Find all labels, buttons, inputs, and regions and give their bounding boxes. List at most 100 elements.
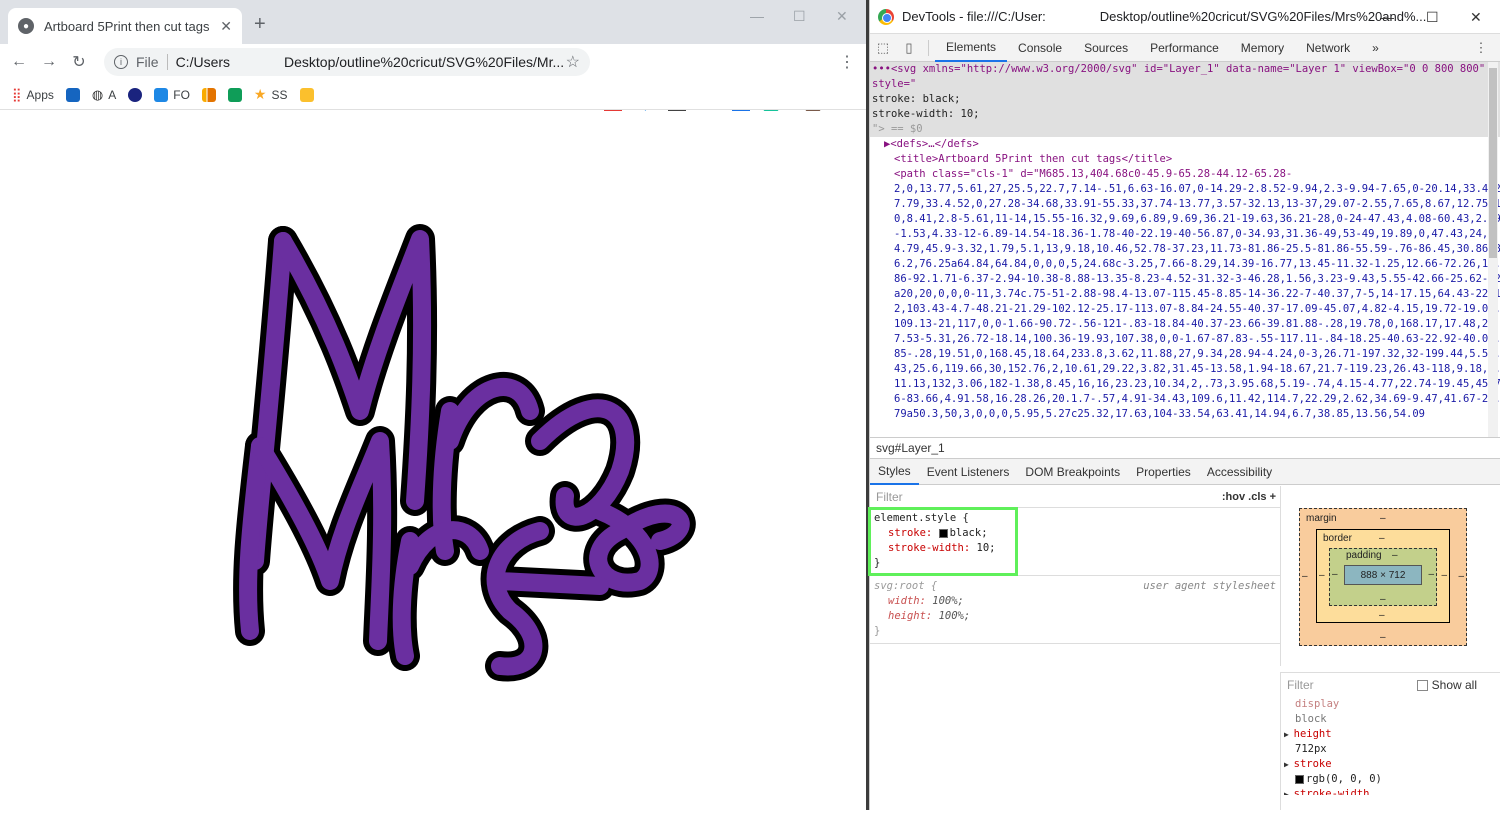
minimize-icon[interactable]: — bbox=[750, 8, 764, 24]
device-toggle-icon[interactable]: ▯ bbox=[896, 40, 922, 56]
new-tab-icon[interactable]: + bbox=[254, 14, 266, 34]
browser-tab[interactable]: ● Artboard 5Print then cut tags ✕ bbox=[8, 8, 242, 44]
highlight-box bbox=[868, 507, 1018, 576]
svg-style-line: stroke: black; bbox=[872, 93, 961, 105]
border-left: – bbox=[1319, 570, 1325, 581]
apps-grid-icon: ⣿ bbox=[12, 86, 22, 102]
close-window-icon[interactable]: ✕ bbox=[836, 8, 848, 25]
box-padding[interactable]: padding – – – – 888 × 712 bbox=[1329, 548, 1437, 606]
menu-icon[interactable]: ⋮ bbox=[832, 52, 862, 72]
padding-right: – bbox=[1428, 569, 1434, 580]
tab-dom-breakpoints[interactable]: DOM Breakpoints bbox=[1017, 459, 1128, 485]
bookmarks-bar: ⣿ Apps ◍ A FO ★ SS bbox=[0, 80, 866, 110]
minimize-icon[interactable]: — bbox=[1380, 9, 1394, 25]
computed-value: rgb(0, 0, 0) bbox=[1281, 772, 1500, 787]
box-margin[interactable]: margin – – – – border – – – – padding – … bbox=[1299, 508, 1467, 646]
padding-label: padding bbox=[1346, 550, 1382, 561]
computed-prop[interactable]: ▶ stroke-width bbox=[1281, 787, 1500, 795]
border-label: border bbox=[1323, 533, 1352, 544]
tab-sources[interactable]: Sources bbox=[1073, 34, 1139, 62]
separator bbox=[928, 39, 929, 56]
filter-tools[interactable]: :hov .cls + bbox=[1222, 491, 1276, 503]
filter-input[interactable]: Filter bbox=[876, 490, 903, 504]
computed-prop[interactable]: ▶ stroke bbox=[1281, 757, 1500, 772]
checkbox[interactable] bbox=[1416, 679, 1428, 691]
mr-mrs-artwork bbox=[233, 224, 696, 682]
svg-close-quote: "> == $0 bbox=[872, 123, 923, 135]
defs-node[interactable]: ▶<defs>…</defs> bbox=[870, 137, 1500, 152]
bookmark-chat[interactable] bbox=[227, 87, 242, 102]
color-swatch bbox=[1295, 774, 1304, 784]
border-top: – bbox=[1379, 533, 1385, 544]
bookmark-folder[interactable] bbox=[299, 87, 314, 102]
address-bar[interactable]: i File C:/Users Desktop/outline%20cricut… bbox=[104, 48, 590, 76]
star-icon[interactable]: ☆ bbox=[566, 52, 580, 72]
file-label: File bbox=[136, 54, 159, 70]
devtools-window: DevTools - file:///C:/User: Desktop/outl… bbox=[868, 0, 1500, 810]
computed-prop[interactable]: display bbox=[1281, 697, 1500, 712]
reload-icon[interactable]: ↻ bbox=[64, 52, 94, 72]
bookmark-fo[interactable]: FO bbox=[154, 87, 190, 102]
computed-prop[interactable]: ▶ height bbox=[1281, 727, 1500, 742]
info-icon[interactable]: i bbox=[114, 55, 128, 69]
browser-window: ● Artboard 5Print then cut tags ✕ + — ☐ … bbox=[0, 0, 866, 810]
bookmark-label: A bbox=[108, 87, 117, 102]
bookmark-label: FO bbox=[173, 87, 190, 102]
margin-top: – bbox=[1380, 513, 1386, 524]
tab-network[interactable]: Network bbox=[1295, 34, 1361, 62]
breadcrumb[interactable]: svg#Layer_1 bbox=[870, 437, 1500, 459]
styles-subtabs: Styles Event Listeners DOM Breakpoints P… bbox=[870, 459, 1500, 485]
grid-icon bbox=[65, 87, 80, 102]
tab-accessibility[interactable]: Accessibility bbox=[1199, 459, 1280, 485]
rule-close: } bbox=[874, 625, 881, 637]
tab-properties[interactable]: Properties bbox=[1128, 459, 1199, 485]
close-window-icon[interactable]: ✕ bbox=[1470, 9, 1482, 26]
scrollbar-thumb[interactable] bbox=[1489, 68, 1497, 258]
box-content[interactable]: 888 × 712 bbox=[1344, 565, 1422, 585]
padding-top: – bbox=[1392, 550, 1398, 561]
computed-value: block bbox=[1295, 713, 1327, 725]
computed-filter[interactable]: Filter Show all bbox=[1281, 673, 1500, 697]
svg-root-rule: svg:root { user agent stylesheet width: … bbox=[870, 576, 1280, 644]
star-icon: ★ bbox=[253, 86, 267, 102]
svg-style-line: stroke-width: 10; bbox=[872, 108, 980, 120]
prop-name: width: bbox=[888, 595, 926, 607]
styles-filter[interactable]: Filter :hov .cls + bbox=[870, 486, 1280, 508]
padding-bottom: – bbox=[1380, 594, 1386, 605]
maximize-icon[interactable]: ☐ bbox=[793, 8, 806, 25]
forward-icon[interactable]: → bbox=[34, 53, 64, 71]
filter-input[interactable]: Filter bbox=[1287, 678, 1314, 693]
selected-svg-node[interactable]: •••<svg xmlns="http://www.w3.org/2000/sv… bbox=[870, 62, 1500, 137]
bookmark-label: SS bbox=[271, 87, 288, 102]
tab-performance[interactable]: Performance bbox=[1139, 34, 1230, 62]
more-tabs-icon[interactable]: » bbox=[1361, 34, 1390, 62]
elements-scrollbar[interactable] bbox=[1488, 62, 1498, 437]
margin-right: – bbox=[1458, 571, 1464, 582]
bookmark-flag[interactable] bbox=[128, 87, 143, 102]
bookmark-apps[interactable]: ⣿ Apps bbox=[12, 87, 54, 103]
bookmark-grid[interactable] bbox=[65, 87, 80, 102]
box-border[interactable]: border – – – – padding – – – – 888 × 712 bbox=[1316, 529, 1450, 623]
tab-event-listeners[interactable]: Event Listeners bbox=[919, 459, 1018, 485]
bookmark-label: Apps bbox=[26, 87, 54, 102]
bookmark-ss[interactable]: ★ SS bbox=[254, 86, 288, 103]
address-text-rest: Desktop/outline%20cricut/SVG%20Files/Mr.… bbox=[284, 54, 565, 70]
path-node[interactable]: <path class="cls-1" d="M685.13,404.68c0-… bbox=[870, 167, 1500, 182]
menu-icon[interactable]: ⋮ bbox=[1468, 40, 1494, 56]
back-icon[interactable]: ← bbox=[4, 53, 34, 71]
bird-icon bbox=[154, 87, 169, 102]
inspect-icon[interactable]: ⬚ bbox=[870, 40, 896, 56]
devtools-title-rest: Desktop/outline%20cricut/SVG%20Files/Mrs… bbox=[1099, 9, 1427, 24]
tab-elements[interactable]: Elements bbox=[935, 34, 1008, 62]
title-node[interactable]: <title>Artboard 5Print then cut tags</ti… bbox=[870, 152, 1500, 167]
bookmark-a[interactable]: ◍ A bbox=[92, 87, 116, 103]
maximize-icon[interactable]: ☐ bbox=[1426, 9, 1439, 26]
show-all-checkbox[interactable]: Show all bbox=[1416, 678, 1477, 693]
bookmark-analytics[interactable] bbox=[201, 87, 216, 102]
tab-console[interactable]: Console bbox=[1007, 34, 1073, 62]
tab-strip: ● Artboard 5Print then cut tags ✕ + — ☐ … bbox=[0, 0, 866, 44]
tab-memory[interactable]: Memory bbox=[1230, 34, 1295, 62]
tab-styles[interactable]: Styles bbox=[870, 459, 919, 485]
close-tab-icon[interactable]: ✕ bbox=[220, 18, 232, 35]
computed-value: 712px bbox=[1295, 743, 1327, 755]
